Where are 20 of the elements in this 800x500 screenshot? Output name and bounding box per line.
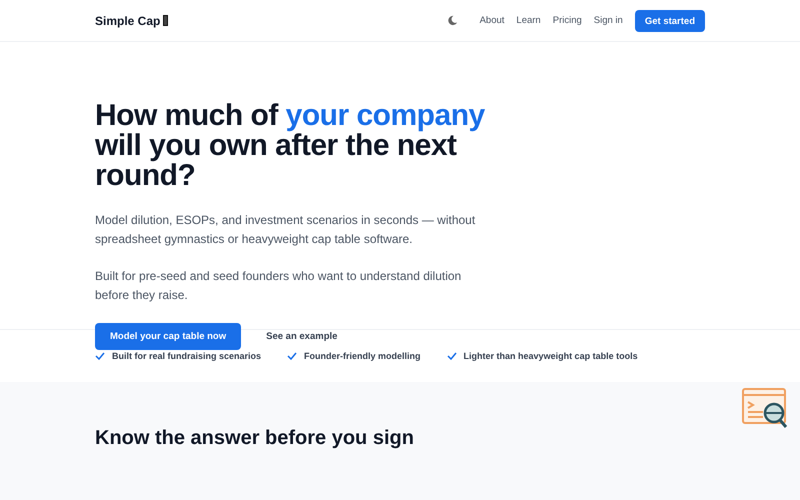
nav-link[interactable]: Pricing: [552, 15, 582, 26]
feature-text: Lighter than heavyweight cap table tools: [464, 351, 638, 361]
check-icon: [287, 352, 298, 360]
see-example-link[interactable]: See an example: [266, 331, 338, 342]
headline: How much of your company will you own after the next round?: [95, 101, 486, 191]
model-cap-table-button[interactable]: Model your cap table now: [95, 323, 242, 350]
nav-link[interactable]: Learn: [516, 15, 541, 26]
check-icon: [446, 352, 457, 360]
check-icon: [95, 352, 105, 360]
moon-icon[interactable]: [446, 15, 458, 26]
nav-link[interactable]: About: [480, 15, 504, 26]
get-started-button[interactable]: Get started: [634, 10, 705, 32]
hero-paragraph: Model dilution, ESOPs, and investment scenarios in seconds — without spreadsheet gymnastics or heavyweight cap table software.: [95, 212, 476, 248]
brand-name[interactable]: Simple Cap: [95, 14, 160, 28]
logo-icon: [163, 15, 168, 26]
feature-text: Built for real fundraising scenarios: [112, 351, 262, 361]
nav-link[interactable]: Sign in: [594, 15, 623, 26]
hero-paragraph: Built for pre-seed and seed founders who want to understand dilution before they raise.: [95, 268, 462, 304]
feature-text: Founder-friendly modelling: [304, 351, 421, 361]
section-heading: Know the answer before you sign: [95, 427, 415, 450]
